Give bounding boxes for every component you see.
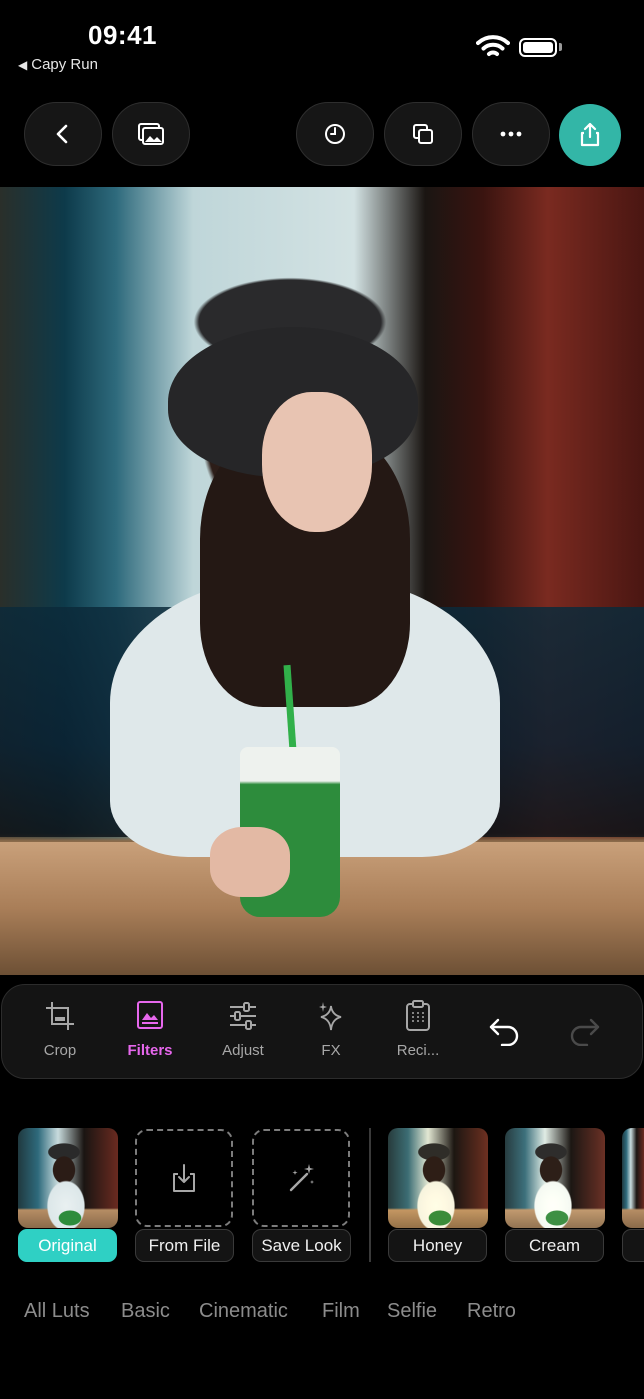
tool-label: FX [321, 1042, 341, 1059]
magic-wand-icon [289, 1164, 314, 1192]
import-icon [173, 1164, 195, 1192]
battery-cap [559, 43, 562, 51]
filters-icon [137, 1001, 163, 1029]
tool-label: Adjust [222, 1042, 264, 1059]
filter-thumb-original[interactable] [18, 1128, 118, 1228]
filter-chip-honey[interactable]: Honey [388, 1229, 487, 1262]
gallery-button[interactable] [112, 102, 190, 166]
back-app-label: Capy Run [31, 56, 98, 73]
category-cinematic[interactable]: Cinematic [199, 1300, 288, 1323]
duplicate-icon [413, 124, 433, 144]
from-file-button[interactable] [135, 1129, 233, 1227]
tool-label: Crop [43, 1042, 77, 1059]
filter-chip-cream[interactable]: Cream [505, 1229, 604, 1262]
filter-thumb-next[interactable] [622, 1128, 644, 1228]
back-icon [56, 124, 68, 144]
history-button[interactable] [296, 102, 374, 166]
back-to-app-link[interactable]: ◀ Capy Run [18, 56, 98, 73]
share-icon [580, 122, 600, 147]
more-icon [500, 131, 522, 137]
category-basic[interactable]: Basic [121, 1300, 170, 1323]
tool-label: Reci... [396, 1042, 440, 1059]
category-retro[interactable]: Retro [467, 1300, 516, 1323]
tool-crop[interactable]: Crop [20, 1000, 100, 1070]
category-film[interactable]: Film [322, 1300, 360, 1323]
filter-chip-original[interactable]: Original [18, 1229, 117, 1262]
more-button[interactable] [472, 102, 550, 166]
crop-icon [46, 1002, 74, 1030]
filter-divider [369, 1128, 371, 1262]
save-look-button[interactable] [252, 1129, 350, 1227]
wifi-icon [476, 35, 510, 56]
tool-recipe[interactable]: Reci... [378, 1000, 458, 1070]
share-button[interactable] [559, 104, 621, 166]
tool-fx[interactable]: FX [291, 1000, 371, 1070]
history-icon [325, 124, 345, 144]
category-all-luts[interactable]: All Luts [24, 1300, 90, 1323]
filter-chip-next[interactable] [622, 1229, 644, 1262]
undo-icon[interactable] [488, 1016, 520, 1046]
tool-adjust[interactable]: Adjust [203, 1000, 283, 1070]
back-button[interactable] [24, 102, 102, 166]
filter-thumb-honey[interactable] [388, 1128, 488, 1228]
adjust-icon [230, 1002, 256, 1030]
recipe-icon [406, 1000, 430, 1031]
tool-filters[interactable]: Filters [110, 1000, 190, 1070]
duplicate-button[interactable] [384, 102, 462, 166]
gallery-icon [138, 123, 164, 145]
sparkle-icon [319, 1002, 342, 1031]
status-time: 09:41 [88, 20, 157, 50]
category-selfie[interactable]: Selfie [387, 1300, 437, 1323]
filter-chip-from-file[interactable]: From File [135, 1229, 234, 1262]
filter-thumb-cream[interactable] [505, 1128, 605, 1228]
battery-icon [519, 38, 557, 57]
back-arrow-icon: ◀ [18, 58, 28, 72]
filter-chip-save-look[interactable]: Save Look [252, 1229, 351, 1262]
redo-icon[interactable] [569, 1016, 601, 1046]
photo-canvas[interactable] [0, 187, 644, 975]
tool-label: Filters [127, 1042, 173, 1059]
